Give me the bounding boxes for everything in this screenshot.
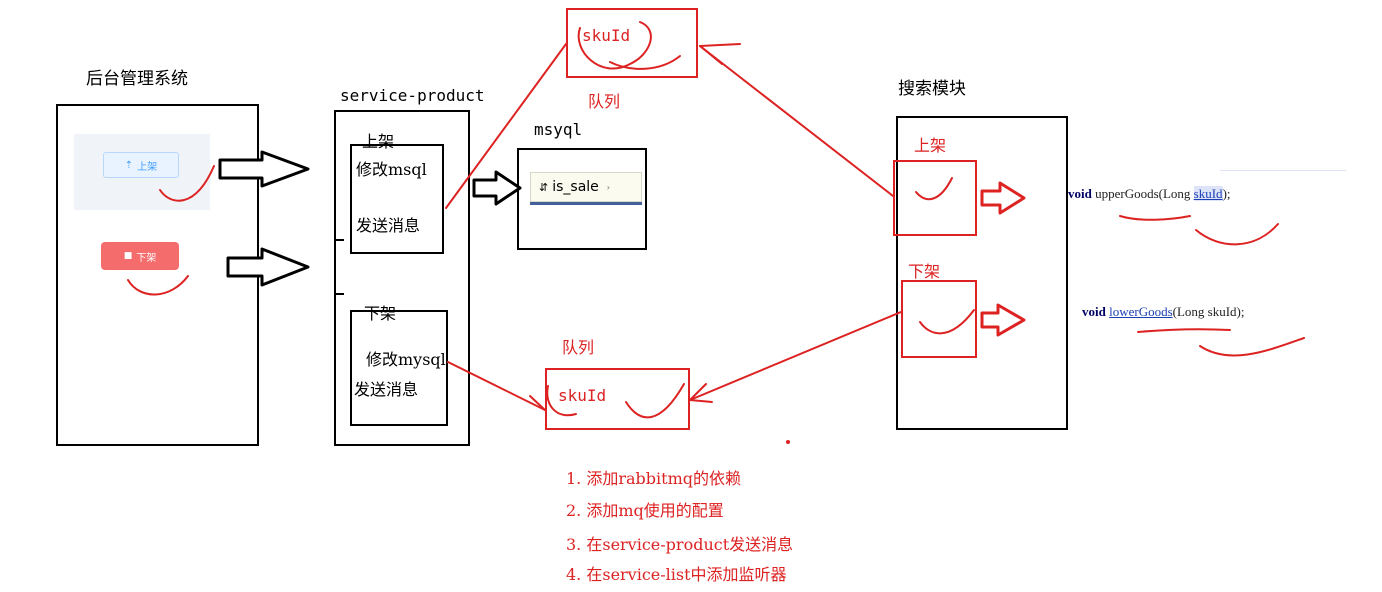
arrow-search-down xyxy=(980,303,1026,337)
arrow-admin-to-service-up xyxy=(218,150,310,188)
line-service-to-queue-bottom xyxy=(447,361,546,411)
arrow-admin-to-service-down xyxy=(226,247,310,287)
line-queue-top-to-search xyxy=(699,45,894,197)
line-search-to-queue-bottom xyxy=(689,311,902,401)
arrow-search-up xyxy=(980,181,1026,215)
connector-layer xyxy=(127,21,1305,419)
arrow-service-to-mysql xyxy=(472,170,522,206)
